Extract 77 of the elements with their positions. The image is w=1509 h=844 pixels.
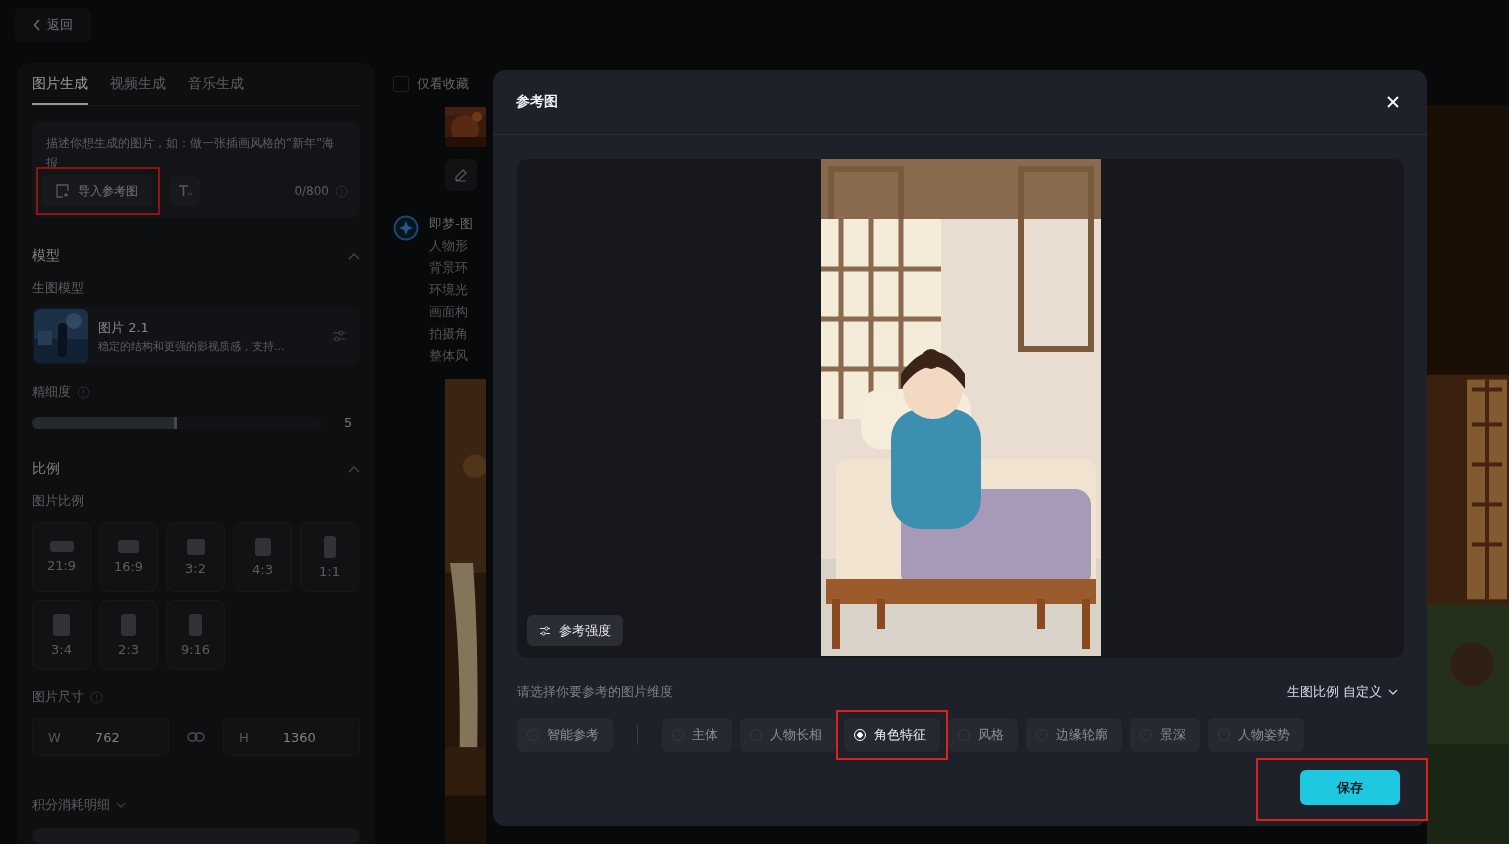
character-count: 0/800 [294, 184, 329, 198]
dimension-option[interactable]: 人物长相 [740, 718, 836, 752]
field-label: 生图模型 [32, 279, 85, 297]
prompt-line: 环境光 [429, 281, 469, 299]
dimension-option[interactable]: 主体 [662, 718, 732, 752]
ratio-option[interactable]: 21:9 [32, 522, 91, 592]
ratio-option[interactable]: 4:3 [233, 522, 292, 592]
field-label: 图片比例 [32, 492, 85, 510]
ratio-icon [117, 539, 140, 554]
chevron-down-icon [1388, 688, 1398, 696]
text-style-button[interactable] [170, 176, 200, 206]
section-title: 模型 [32, 247, 60, 265]
save-button[interactable]: 保存 [1300, 770, 1400, 805]
ratio-icon [49, 541, 74, 552]
sparkle-logo-icon [393, 215, 419, 241]
slider-value: 5 [344, 415, 354, 430]
ratio-icon [254, 537, 271, 556]
chevron-up-icon[interactable] [348, 465, 360, 473]
info-icon [90, 690, 103, 704]
ratio-icon [186, 538, 205, 555]
ratio-option[interactable]: 3:2 [166, 522, 225, 592]
dimension-option[interactable]: 风格 [948, 718, 1018, 752]
prompt-line: 画面构 [429, 303, 469, 321]
sliders-icon [539, 624, 551, 637]
detail-slider[interactable] [32, 416, 322, 429]
prompt-line: 拍摄角 [429, 325, 469, 343]
ratio-option[interactable]: 2:3 [99, 600, 158, 670]
ratio-icon [189, 613, 202, 636]
aspect-ratio-dropdown[interactable]: 生图比例 自定义 [1280, 682, 1404, 702]
tab[interactable]: 视频生成 [110, 75, 166, 105]
cost-details-toggle[interactable]: 积分消耗明细 [32, 796, 110, 814]
dimension-option[interactable]: 智能参考 [517, 718, 613, 752]
sliders-icon[interactable] [332, 329, 346, 343]
checkbox[interactable] [393, 76, 409, 92]
image-add-icon [56, 184, 70, 198]
info-icon [335, 184, 348, 198]
radio-checked-icon [854, 729, 866, 741]
dimension-option[interactable]: 人物姿势 [1208, 718, 1304, 752]
ratio-icon [323, 535, 336, 558]
post-title: 即梦-图 [429, 215, 473, 233]
info-icon [77, 385, 90, 399]
prompt-line: 整体风 [429, 347, 469, 365]
dimension-option[interactable]: 边缘轮廓 [1026, 718, 1122, 752]
close-icon [1387, 96, 1399, 108]
chevron-down-icon[interactable] [116, 801, 126, 809]
pencil-icon [454, 168, 468, 182]
dimension-option[interactable]: 角色特征 [844, 718, 940, 752]
prompt-line: 背景环 [429, 259, 469, 277]
height-field[interactable]: H 1360 [223, 718, 360, 756]
width-field[interactable]: W 762 [32, 718, 169, 756]
dimension-option[interactable]: 景深 [1130, 718, 1200, 752]
section-title: 比例 [32, 460, 60, 478]
ratio-option[interactable]: 9:16 [166, 600, 225, 670]
import-reference-button[interactable]: 导入参考图 [42, 175, 152, 207]
ratio-option[interactable]: 3:4 [32, 600, 91, 670]
ratio-icon [53, 613, 70, 636]
hint-text: 请选择你要参考的图片维度 [517, 683, 673, 701]
ratio-option[interactable]: 1:1 [300, 522, 359, 592]
edit-button[interactable] [445, 159, 477, 191]
text-icon [178, 184, 192, 198]
ratio-option[interactable]: 16:9 [99, 522, 158, 592]
model-name: 图片 2.1 [98, 318, 150, 337]
prompt-line: 人物形 [429, 237, 469, 255]
tab[interactable]: 音乐生成 [188, 75, 244, 105]
link-icon[interactable] [187, 732, 205, 742]
reference-strength-button[interactable]: 参考强度 [527, 615, 623, 646]
model-description: 稳定的结构和更强的影视质感，支持... [98, 338, 286, 354]
tab[interactable]: 图片生成 [32, 75, 88, 105]
chevron-up-icon[interactable] [348, 252, 360, 260]
dialog-title: 参考图 [516, 93, 558, 111]
chevron-left-icon [33, 19, 41, 31]
ratio-icon [121, 613, 136, 636]
model-card[interactable]: 图片 2.1 稳定的结构和更强的影视质感，支持... [32, 307, 360, 365]
favorites-label: 仅看收藏 [417, 75, 469, 93]
field-label: 图片尺寸 [32, 688, 84, 706]
back-button[interactable]: 返回 [15, 8, 91, 42]
field-label: 精细度 [32, 383, 71, 401]
